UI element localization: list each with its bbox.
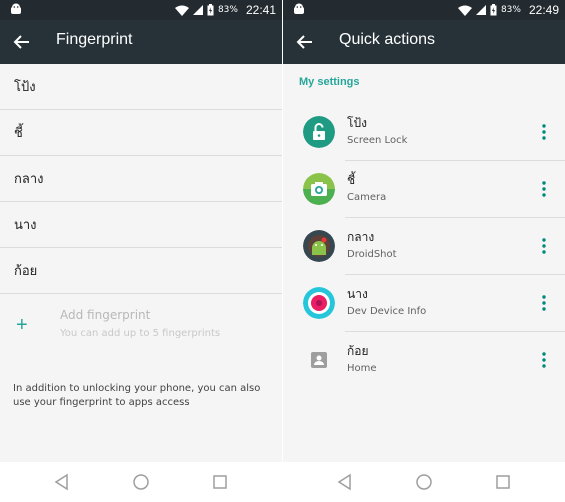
android-notification-icon	[11, 3, 21, 14]
nav-back-icon[interactable]	[335, 472, 355, 492]
section-header: My settings	[299, 76, 360, 88]
battery-percent: 83%	[500, 5, 521, 15]
more-vert-icon[interactable]	[539, 350, 549, 370]
android-notification-icon	[294, 3, 304, 14]
quick-action-item[interactable]: โป้ง Screen Lock	[283, 104, 565, 161]
quick-action-app: Camera	[347, 192, 387, 203]
nav-back-icon[interactable]	[52, 472, 72, 492]
quick-action-finger: นาง	[347, 287, 368, 301]
add-fingerprint-row: + Add fingerprint You can add up to 5 fi…	[0, 304, 282, 354]
page-title: Fingerprint	[56, 31, 133, 48]
nav-recents-icon[interactable]	[493, 472, 513, 492]
quick-action-item[interactable]: ชี้ Camera	[283, 161, 565, 218]
clock: 22:41	[245, 3, 276, 17]
fingerprint-label: ชี้	[14, 126, 23, 141]
fingerprint-label: กลาง	[14, 172, 44, 187]
battery-percent: 83%	[217, 5, 238, 15]
more-vert-icon[interactable]	[539, 122, 549, 142]
home-icon	[311, 352, 327, 368]
quick-action-finger: ก้อย	[347, 344, 369, 358]
navigation-bar	[283, 462, 565, 502]
quick-action-item[interactable]: ก้อย Home	[283, 332, 565, 389]
quick-action-app: Home	[347, 363, 377, 374]
navigation-bar	[0, 462, 282, 502]
fingerprint-label: ก้อย	[14, 264, 38, 279]
clock: 22:49	[528, 3, 559, 17]
fingerprint-screen: 83% 22:41 Fingerprint โป้ง ชี้ กลาง นาง …	[0, 0, 282, 502]
status-bar: 83% 22:49	[283, 0, 565, 20]
battery-icon	[207, 4, 214, 16]
add-fingerprint-hint: You can add up to 5 fingerprints	[60, 328, 221, 339]
more-vert-icon[interactable]	[539, 293, 549, 313]
status-bar: 83% 22:41	[0, 0, 282, 20]
unlock-icon	[303, 116, 335, 148]
more-vert-icon[interactable]	[539, 236, 549, 256]
back-arrow-icon[interactable]	[295, 32, 315, 52]
fingerprint-item[interactable]: กลาง	[0, 156, 282, 202]
fingerprint-item[interactable]: นาง	[0, 202, 282, 248]
quick-actions-content: My settings โป้ง Screen Lock ชี้ Camera	[283, 64, 565, 462]
toolbar: Fingerprint	[0, 20, 282, 64]
nav-recents-icon[interactable]	[210, 472, 230, 492]
quick-action-finger: โป้ง	[347, 116, 367, 130]
more-vert-icon[interactable]	[539, 179, 549, 199]
quick-action-finger: กลาง	[347, 230, 375, 244]
battery-icon	[490, 4, 497, 16]
signal-icon	[475, 5, 486, 15]
plus-icon: +	[16, 314, 28, 336]
signal-icon	[192, 5, 203, 15]
quick-action-finger: ชี้	[347, 173, 356, 187]
quick-action-app: DroidShot	[347, 249, 397, 260]
quick-actions-screen: 83% 22:49 Quick actions My settings โป้ง…	[283, 0, 565, 502]
droidshot-icon	[303, 230, 335, 262]
add-fingerprint-label: Add fingerprint	[60, 308, 151, 322]
camera-icon	[303, 173, 335, 205]
fingerprint-list: โป้ง ชี้ กลาง นาง ก้อย + Add fingerprint…	[0, 64, 282, 462]
dev-device-info-icon	[303, 287, 335, 319]
quick-action-item[interactable]: นาง Dev Device Info	[283, 275, 565, 332]
wifi-icon	[457, 5, 472, 16]
fingerprint-info-text: In addition to unlocking your phone, you…	[13, 383, 261, 408]
fingerprint-label: นาง	[14, 218, 37, 233]
fingerprint-item[interactable]: ชี้	[0, 110, 282, 156]
quick-action-item[interactable]: กลาง DroidShot	[283, 218, 565, 275]
wifi-icon	[174, 5, 189, 16]
back-arrow-icon[interactable]	[12, 32, 32, 52]
nav-home-icon[interactable]	[414, 472, 434, 492]
fingerprint-item[interactable]: ก้อย	[0, 248, 282, 294]
page-title: Quick actions	[339, 31, 436, 48]
quick-action-app: Screen Lock	[347, 135, 408, 146]
toolbar: Quick actions	[283, 20, 565, 64]
quick-actions-list: โป้ง Screen Lock ชี้ Camera กลาง DroidSh…	[283, 104, 565, 389]
fingerprint-item[interactable]: โป้ง	[0, 64, 282, 110]
quick-action-app: Dev Device Info	[347, 306, 427, 317]
nav-home-icon[interactable]	[131, 472, 151, 492]
fingerprint-label: โป้ง	[14, 80, 36, 95]
